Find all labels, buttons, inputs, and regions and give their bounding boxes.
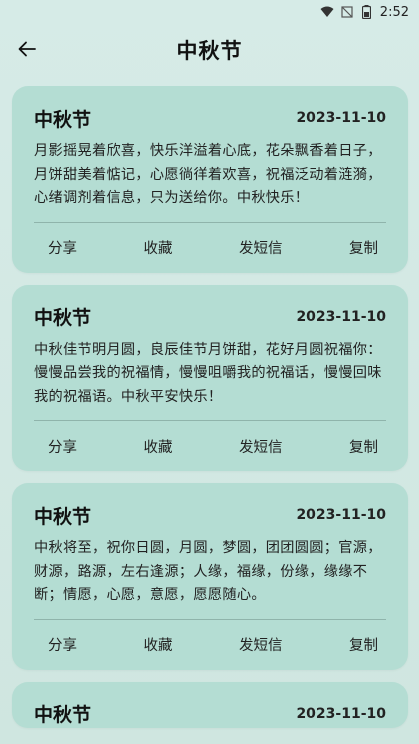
battery-icon — [360, 5, 374, 19]
copy-button[interactable]: 复制 — [349, 634, 378, 655]
no-signal-icon — [340, 5, 354, 19]
card-actions: 分享 收藏 发短信 复制 — [34, 421, 386, 471]
card-title: 中秋节 — [34, 704, 92, 726]
card-title: 中秋节 — [34, 307, 92, 329]
greeting-card: 中秋节 2023-11-10 中秋佳节明月圆，良辰佳节月饼甜，花好月圆祝福你：慢… — [12, 284, 408, 471]
greeting-card: 中秋节 2023-11-10 月影摇晃着欣喜，快乐洋溢着心底，花朵飘香着日子，月… — [12, 86, 408, 273]
share-button[interactable]: 分享 — [48, 634, 77, 655]
card-title: 中秋节 — [34, 505, 92, 528]
card-date: 2023-11-10 — [296, 308, 386, 325]
app-bar: 中秋节 — [0, 24, 419, 76]
copy-button[interactable]: 复制 — [349, 436, 378, 457]
card-date: 2023-11-10 — [296, 507, 386, 523]
collect-button[interactable]: 收藏 — [144, 634, 173, 655]
collect-button[interactable]: 收藏 — [144, 237, 173, 258]
collect-button[interactable]: 收藏 — [144, 436, 173, 457]
status-bar: 2:52 — [0, 0, 419, 24]
card-actions: 分享 收藏 发短信 复制 — [34, 223, 386, 273]
arrow-left-icon — [18, 41, 36, 57]
send-sms-button[interactable]: 发短信 — [239, 436, 283, 457]
card-text: 中秋将至，祝你日圆，月圆，梦圆，团团圆圆；官源，财源，路源，左右逢源；人缘，福缘… — [34, 540, 382, 603]
send-sms-button[interactable]: 发短信 — [239, 237, 283, 258]
card-actions: 分享 收藏 发短信 复制 — [34, 620, 386, 670]
greeting-card: 中秋节 2023-11-10 — [12, 681, 408, 728]
back-button[interactable] — [14, 36, 40, 62]
greeting-list: 中秋节 2023-11-10 月影摇晃着欣喜，快乐洋溢着心底，花朵飘香着日子，月… — [12, 86, 408, 740]
status-time: 2:52 — [379, 4, 409, 20]
send-sms-button[interactable]: 发短信 — [239, 634, 283, 655]
share-button[interactable]: 分享 — [48, 436, 77, 457]
wifi-icon — [320, 5, 334, 19]
share-button[interactable]: 分享 — [48, 237, 77, 258]
card-date: 2023-11-10 — [296, 705, 386, 722]
copy-button[interactable]: 复制 — [349, 237, 378, 258]
page-title: 中秋节 — [176, 39, 243, 63]
card-text: 月影摇晃着欣喜，快乐洋溢着心底，花朵飘香着日子，月饼甜美着惦记，心愿徜徉着欢喜，… — [34, 143, 382, 206]
card-title: 中秋节 — [34, 108, 92, 131]
card-text: 中秋佳节明月圆，良辰佳节月饼甜，花好月圆祝福你：慢慢品尝我的祝福情，慢慢咀嚼我的… — [34, 341, 382, 405]
card-date: 2023-11-10 — [296, 110, 386, 126]
greeting-card: 中秋节 2023-11-10 中秋将至，祝你日圆，月圆，梦圆，团团圆圆；官源，财… — [12, 483, 408, 670]
